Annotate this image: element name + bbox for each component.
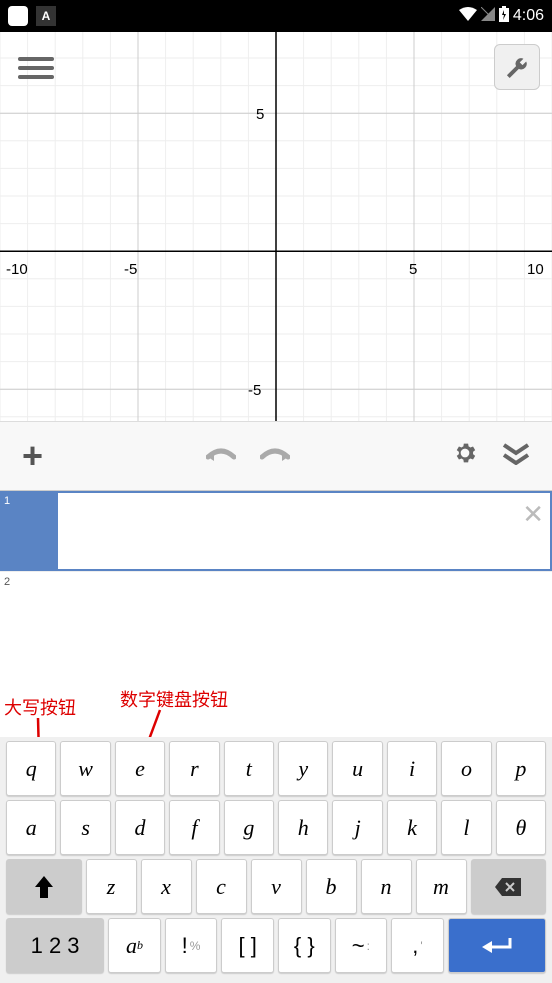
settings-button[interactable] (446, 434, 484, 479)
key-b[interactable]: b (306, 859, 357, 914)
key-x[interactable]: x (141, 859, 192, 914)
key-n[interactable]: n (361, 859, 412, 914)
key-θ[interactable]: θ (496, 800, 546, 855)
key-s[interactable]: s (60, 800, 110, 855)
expression-input[interactable] (58, 493, 550, 569)
key-w[interactable]: w (60, 741, 110, 796)
redo-icon (260, 445, 290, 465)
key-z[interactable]: z (86, 859, 137, 914)
graph-canvas[interactable]: -10 -5 5 10 5 -5 (0, 32, 552, 421)
backspace-key[interactable] (471, 859, 547, 914)
expression-input[interactable] (56, 572, 552, 621)
key-m[interactable]: m (416, 859, 467, 914)
comma-apos-key[interactable]: ,' (391, 918, 444, 973)
key-e[interactable]: e (115, 741, 165, 796)
collapse-button[interactable] (496, 434, 536, 478)
signal-icon (481, 7, 495, 26)
x-tick: -10 (6, 261, 28, 278)
key-c[interactable]: c (196, 859, 247, 914)
expression-index: 2 (0, 572, 56, 621)
shift-icon (35, 876, 53, 898)
close-icon[interactable]: ✕ (522, 499, 544, 530)
numpad-key[interactable]: 1 2 3 (6, 918, 104, 973)
backspace-icon (495, 878, 521, 896)
expression-list: 1 ✕ 2 (0, 491, 552, 711)
exclaim-percent-key[interactable]: !% (165, 918, 218, 973)
key-l[interactable]: l (441, 800, 491, 855)
key-g[interactable]: g (224, 800, 274, 855)
expression-index: 1 (0, 491, 56, 571)
key-v[interactable]: v (251, 859, 302, 914)
undo-button[interactable] (200, 434, 242, 478)
wifi-icon (459, 7, 477, 26)
key-h[interactable]: h (278, 800, 328, 855)
y-tick: -5 (248, 382, 261, 399)
y-tick: 5 (256, 106, 264, 123)
key-p[interactable]: p (496, 741, 546, 796)
add-expression-button[interactable]: + (16, 429, 49, 483)
menu-button[interactable] (18, 50, 54, 86)
redo-button[interactable] (254, 434, 296, 478)
key-j[interactable]: j (332, 800, 382, 855)
expression-toolbar: + (0, 421, 552, 491)
key-y[interactable]: y (278, 741, 328, 796)
key-i[interactable]: i (387, 741, 437, 796)
key-o[interactable]: o (441, 741, 491, 796)
app-icon (8, 6, 28, 26)
expression-row[interactable]: 1 ✕ (0, 491, 552, 571)
key-f[interactable]: f (169, 800, 219, 855)
gear-icon (452, 440, 478, 466)
graph-area[interactable]: -10 -5 5 10 5 -5 (0, 32, 552, 421)
expression-row[interactable]: 2 (0, 571, 552, 621)
battery-icon (499, 6, 509, 27)
enter-icon (482, 938, 512, 954)
key-d[interactable]: d (115, 800, 165, 855)
braces-key[interactable]: { } (278, 918, 331, 973)
key-u[interactable]: u (332, 741, 382, 796)
key-t[interactable]: t (224, 741, 274, 796)
keyboard: qwertyuiop asdfghjklθ z x c v b n m 1 2 … (0, 737, 552, 983)
chevron-double-down-icon (502, 443, 530, 465)
ime-icon: A (36, 6, 56, 26)
x-tick: 10 (527, 261, 544, 278)
key-r[interactable]: r (169, 741, 219, 796)
wrench-icon (506, 56, 528, 78)
brackets-key[interactable]: [ ] (221, 918, 274, 973)
undo-icon (206, 445, 236, 465)
enter-key[interactable] (448, 918, 546, 973)
wrench-button[interactable] (494, 44, 540, 90)
key-q[interactable]: q (6, 741, 56, 796)
shift-key[interactable] (6, 859, 82, 914)
status-bar: A 4:06 (0, 0, 552, 32)
clock: 4:06 (513, 7, 544, 25)
subscript-key[interactable]: ab (108, 918, 161, 973)
key-a[interactable]: a (6, 800, 56, 855)
x-tick: 5 (409, 261, 417, 278)
tilde-colon-key[interactable]: ~: (335, 918, 388, 973)
x-tick: -5 (124, 261, 137, 278)
key-k[interactable]: k (387, 800, 437, 855)
